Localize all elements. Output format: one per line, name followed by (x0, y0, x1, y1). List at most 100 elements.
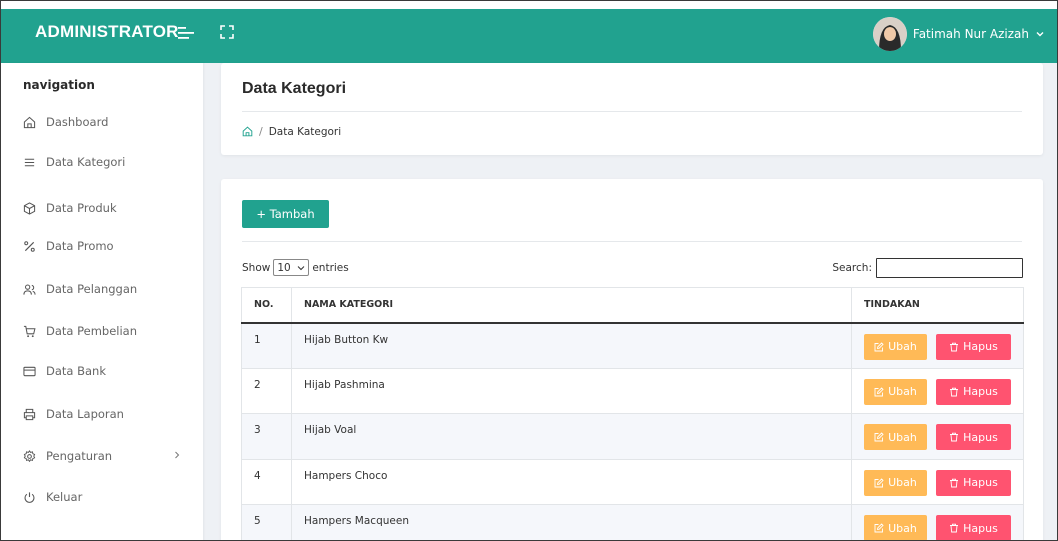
trash-icon (950, 432, 959, 442)
edit-button[interactable]: Ubah (864, 424, 927, 450)
cell-actions: Ubah Hapus (851, 413, 1024, 460)
sidebar-item-label: Keluar (46, 490, 83, 504)
delete-button[interactable]: Hapus (936, 378, 1011, 405)
sidebar-item-data-pelanggan[interactable]: Data Pelanggan (23, 277, 193, 301)
user-name: Fatimah Nur Azizah (912, 27, 1029, 41)
table-row: 4 Hampers Choco Ubah Hapus (241, 458, 1024, 505)
sidebar-item-dashboard[interactable]: Dashboard (23, 110, 193, 134)
sidebar-item-data-pembelian[interactable]: Data Pembelian (23, 319, 193, 343)
add-button-label: + Tambah (256, 207, 315, 221)
entries-length-control: Show 10 entries (242, 259, 349, 276)
entries-select-value: 10 (277, 261, 291, 274)
sidebar-item-label: Data Bank (46, 364, 106, 378)
edit-button[interactable]: Ubah (864, 378, 927, 405)
chevron-down-icon (297, 265, 305, 270)
delete-button[interactable]: Hapus (936, 333, 1011, 360)
breadcrumb: / Data Kategori (242, 125, 341, 138)
delete-button[interactable]: Hapus (936, 469, 1011, 496)
data-card: + Tambah Show 10 entries Search: NO. NAM… (221, 179, 1043, 540)
divider (242, 111, 1022, 112)
percent-icon (24, 240, 35, 252)
box-icon (23, 201, 36, 215)
search-label: Search: (832, 262, 872, 274)
edit-icon (874, 432, 884, 442)
cell-no: 1 (241, 322, 292, 369)
cell-actions: Ubah Hapus (851, 367, 1024, 414)
sidebar-item-data-bank[interactable]: Data Bank (23, 359, 193, 383)
sidebar-item-label: Data Pembelian (46, 324, 138, 338)
table-row: 2 Hijab Pashmina Ubah Hapus (241, 367, 1024, 414)
chevron-down-icon (1036, 32, 1044, 37)
edit-icon (874, 386, 884, 396)
sidebar-item-keluar[interactable]: Keluar (23, 485, 193, 509)
cell-no: 2 (241, 367, 292, 414)
sidebar-item-label: Data Kategori (46, 155, 126, 169)
sidebar-item-data-laporan[interactable]: Data Laporan (23, 402, 193, 426)
column-header-actions[interactable]: TINDAKAN (851, 287, 1024, 324)
cell-actions: Ubah Hapus (851, 322, 1024, 369)
table-row: 5 Hampers Macqueen Ubah Hapus (241, 504, 1024, 540)
sidebar-item-pengaturan[interactable]: Pengaturan (23, 444, 193, 468)
add-button[interactable]: + Tambah (242, 200, 329, 228)
cell-actions: Ubah Hapus (851, 504, 1024, 540)
chevron-right-icon (175, 451, 180, 459)
app-window: ADMINISTRATOR Fatimah Nur Azizah navigat… (0, 0, 1058, 541)
divider (242, 241, 1022, 242)
printer-icon (23, 408, 36, 420)
sidebar-item-label: Pengaturan (46, 449, 113, 463)
cell-no: 4 (241, 458, 292, 505)
delete-button[interactable]: Hapus (936, 515, 1011, 540)
cell-no: 3 (241, 413, 292, 460)
sidebar-item-label: Data Produk (46, 201, 117, 215)
show-label: Show (242, 261, 271, 274)
menu-toggle-icon[interactable] (178, 26, 194, 40)
cart-icon (23, 325, 36, 337)
edit-icon (874, 477, 884, 487)
trash-icon (950, 478, 959, 487)
home-icon (23, 116, 36, 128)
edit-button-label: Ubah (888, 340, 917, 353)
edit-icon (874, 523, 884, 533)
edit-button[interactable]: Ubah (864, 515, 927, 540)
cell-actions: Ubah Hapus (851, 458, 1024, 505)
edit-button[interactable]: Ubah (864, 469, 927, 496)
table-row: 1 Hijab Button Kw Ubah Hapus (241, 322, 1024, 369)
edit-icon (874, 341, 884, 351)
delete-button-label: Hapus (963, 340, 998, 353)
breadcrumb-current: Data Kategori (268, 125, 342, 138)
cell-name: Hijab Pashmina (291, 367, 852, 414)
user-menu[interactable]: Fatimah Nur Azizah (872, 16, 1045, 52)
edit-button-label: Ubah (888, 385, 917, 398)
category-table: NO. NAMA KATEGORI TINDAKAN 1 Hijab Butto… (241, 287, 1024, 540)
sidebar-item-label: Data Pelanggan (46, 282, 138, 296)
breadcrumb-separator: / (259, 125, 263, 138)
settings-icon (23, 449, 36, 462)
sidebar-item-data-kategori[interactable]: Data Kategori (23, 150, 193, 174)
sidebar-item-label: Data Laporan (46, 407, 124, 421)
trash-icon (950, 342, 959, 351)
column-header-no[interactable]: NO. (241, 287, 292, 324)
column-header-name[interactable]: NAMA KATEGORI (291, 287, 852, 324)
delete-button[interactable]: Hapus (936, 424, 1011, 450)
cell-name: Hijab Voal (291, 413, 852, 460)
edit-button[interactable]: Ubah (864, 333, 927, 360)
brand-title: ADMINISTRATOR (35, 22, 179, 41)
cell-no: 5 (241, 504, 292, 540)
sidebar-item-data-promo[interactable]: Data Promo (23, 234, 193, 258)
home-icon[interactable] (242, 126, 253, 137)
users-icon (23, 284, 36, 295)
edit-button-label: Ubah (888, 521, 917, 535)
cell-name: Hampers Choco (291, 458, 852, 505)
search-control: Search: (832, 258, 1023, 278)
fullscreen-icon[interactable] (220, 25, 234, 39)
sidebar-item-data-produk[interactable]: Data Produk (23, 196, 193, 220)
trash-icon (950, 523, 959, 533)
power-icon (24, 491, 35, 503)
avatar (872, 17, 907, 51)
sidebar-item-label: Data Promo (46, 239, 114, 253)
search-input[interactable] (876, 258, 1023, 278)
delete-button-label: Hapus (963, 430, 998, 444)
sidebar-item-label: Dashboard (46, 115, 109, 129)
top-navbar: ADMINISTRATOR Fatimah Nur Azizah (1, 1, 1057, 63)
entries-select[interactable]: 10 (273, 259, 310, 276)
